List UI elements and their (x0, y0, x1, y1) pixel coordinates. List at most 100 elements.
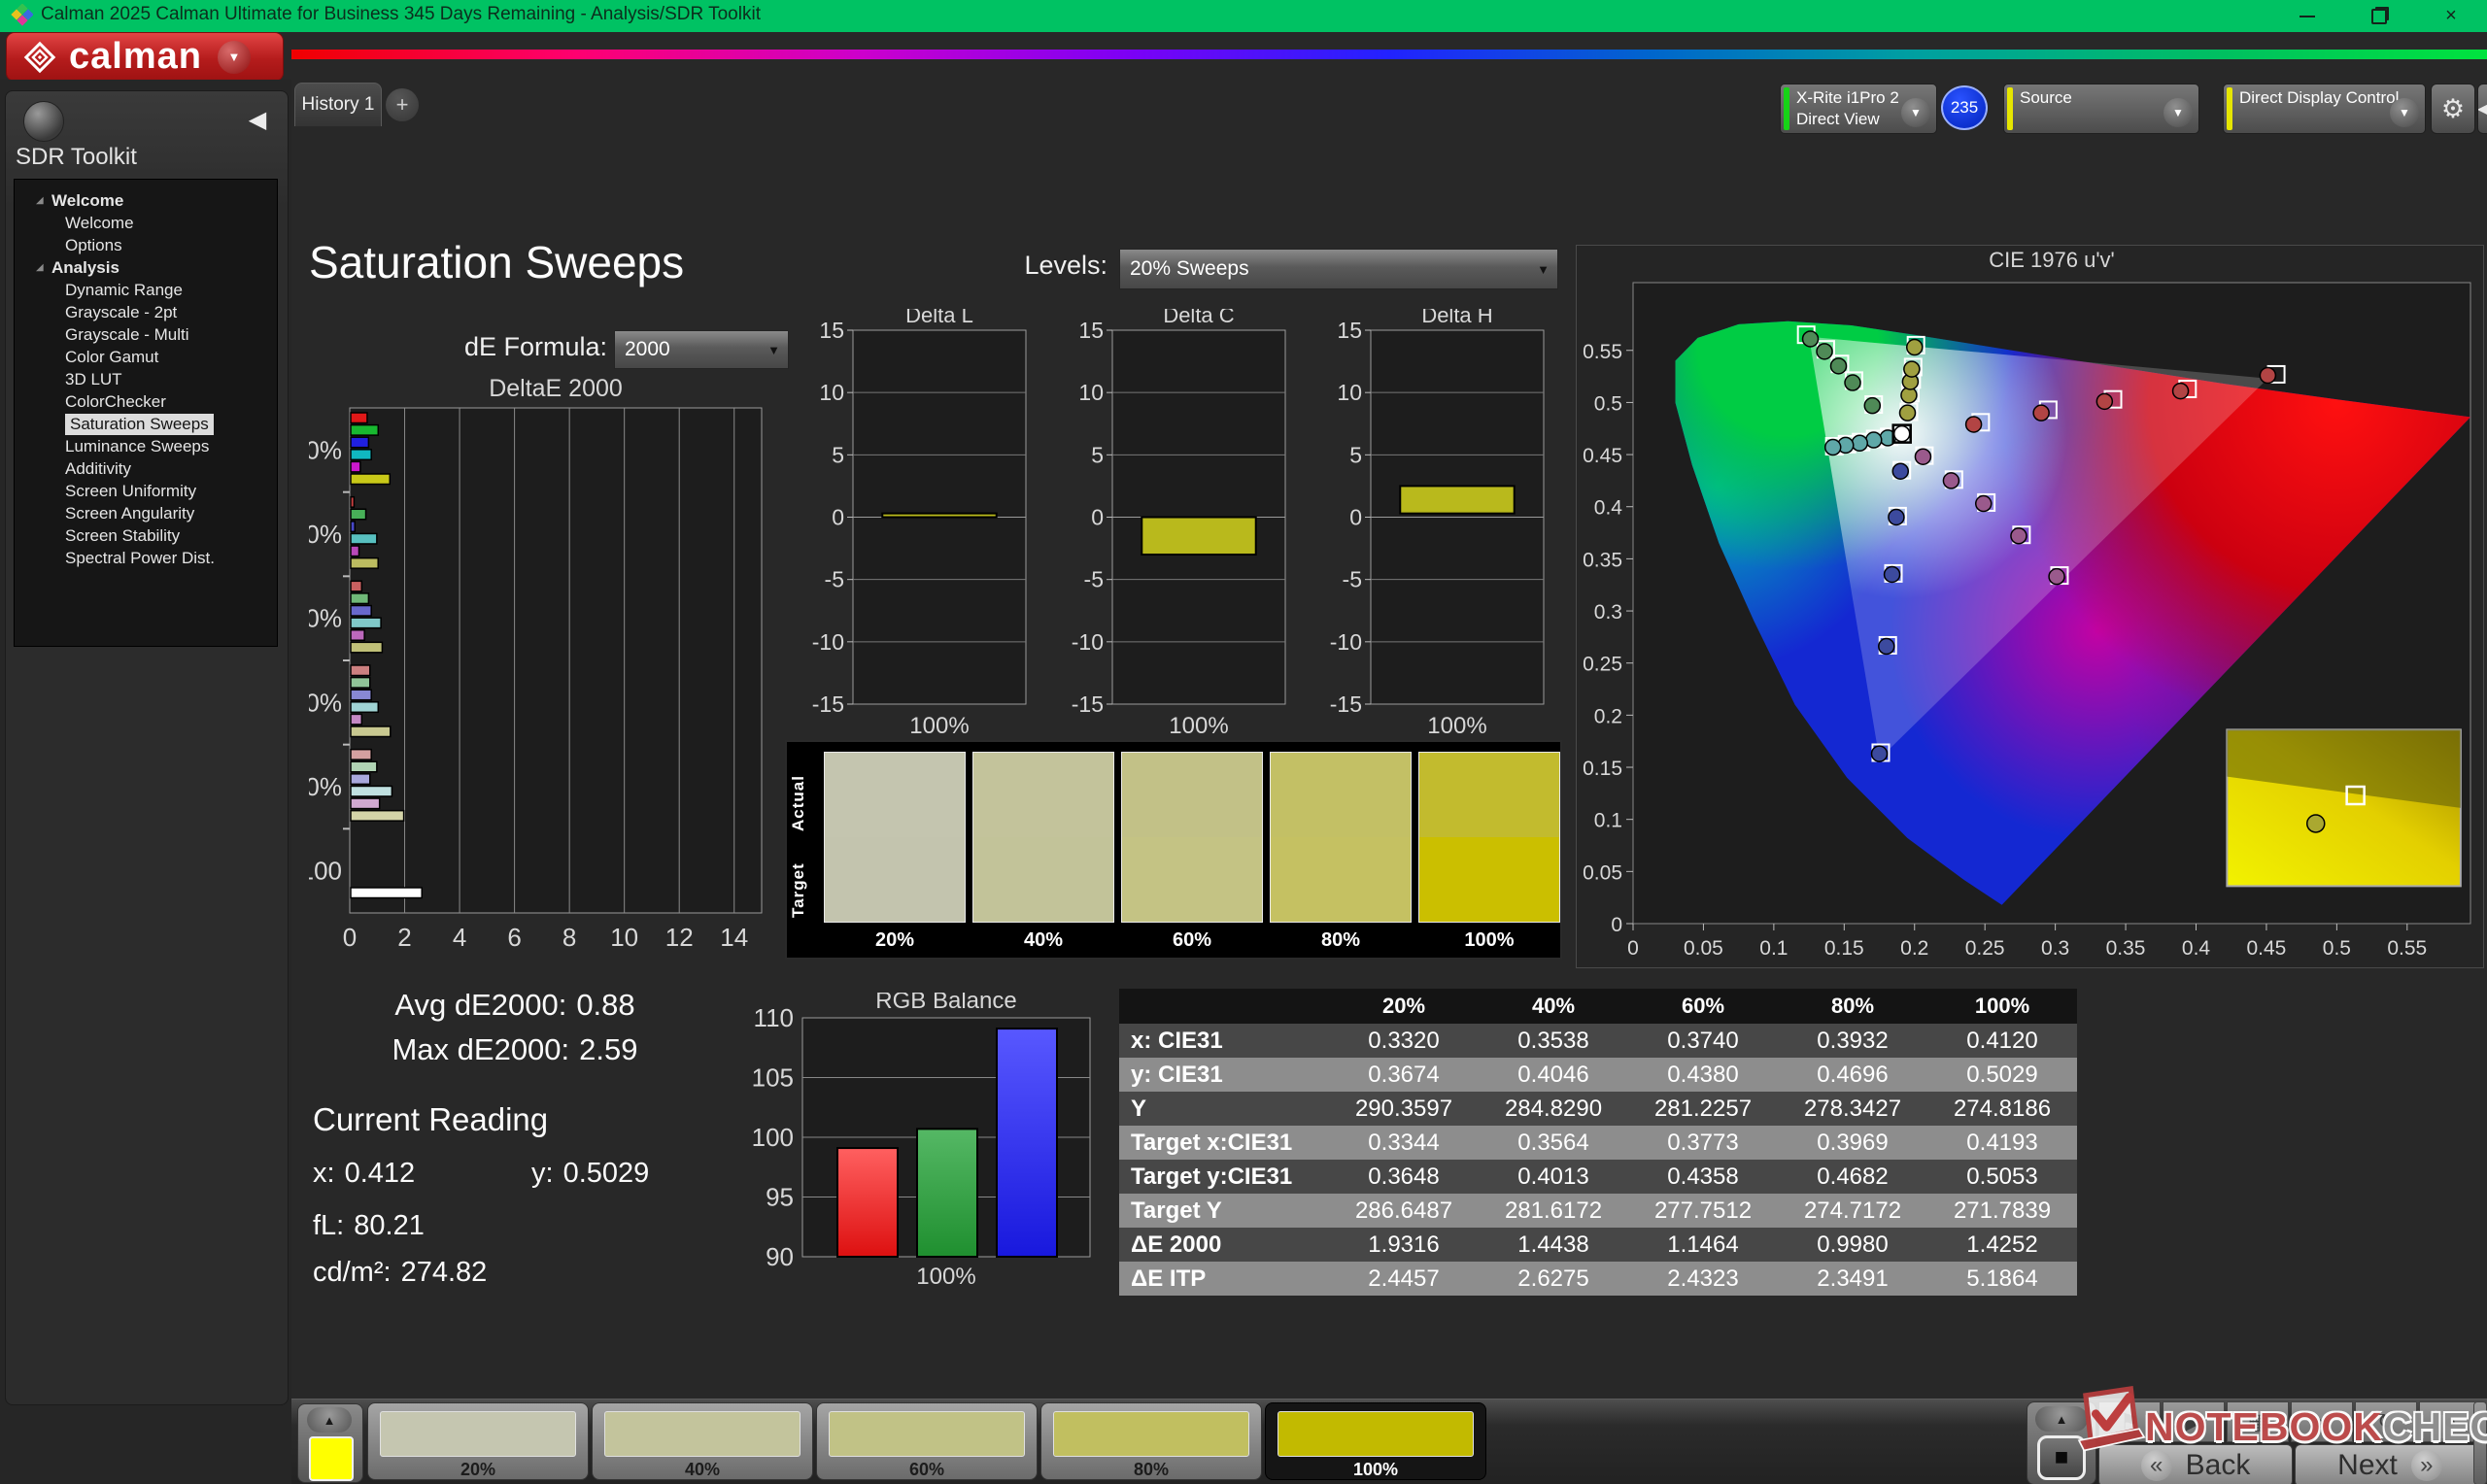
sidebar-item-screen-angularity[interactable]: Screen Angularity (15, 502, 277, 524)
flag-icon[interactable]: ⚑ (2098, 1401, 2161, 1442)
sweep-swatch (829, 1411, 1025, 1457)
svg-text:95: 95 (766, 1183, 794, 1212)
de-formula-dropdown[interactable]: 2000 ▼ (614, 330, 789, 369)
current-reading-heading: Current Reading (313, 1101, 549, 1137)
display-control-dropdown[interactable]: Direct Display Control ▼ (2223, 84, 2426, 134)
cell-value: 1.9316 (1368, 1231, 1440, 1258)
expander-icon[interactable]: ◢ (36, 195, 50, 206)
sidebar-item-luminance-sweeps[interactable]: Luminance Sweeps (15, 435, 277, 457)
reading-cdm2: cd/m²: 274.82 (313, 1257, 488, 1288)
collapse-panel-button[interactable]: ◀ (2477, 84, 2487, 134)
svg-text:0.05: 0.05 (1684, 937, 1723, 960)
sidebar-item-options[interactable]: Options (15, 234, 277, 256)
sidebar-item-welcome[interactable]: ◢ Welcome (15, 189, 277, 212)
cell-value: 271.7839 (1953, 1197, 2052, 1224)
svg-text:100%: 100% (1427, 713, 1486, 739)
sweep-button-80[interactable]: 80% (1040, 1402, 1262, 1480)
record-icon[interactable]: ● (2419, 1401, 2481, 1442)
de-bar-100-2 (350, 436, 370, 449)
svg-text:2: 2 (397, 923, 411, 952)
chevron-up-icon[interactable]: ▲ (307, 1407, 352, 1433)
actual-row-label: Actual (789, 775, 807, 831)
chevron-down-icon: ▼ (2390, 98, 2419, 127)
expand-button[interactable]: ▲ (2035, 1406, 2088, 1432)
swatch-columns: 20% 40% 60% 80% 100% (824, 752, 1560, 952)
calman-logo-icon (23, 41, 56, 73)
add-tab-button[interactable]: + (386, 88, 419, 121)
source-dropdown[interactable]: Source ▼ (2003, 84, 2199, 134)
sidebar-orb-button[interactable] (23, 101, 64, 142)
minimize-button[interactable] (2271, 0, 2343, 32)
sidebar-item-screen-uniformity[interactable]: Screen Uniformity (15, 480, 277, 502)
svg-text:0.05: 0.05 (1583, 861, 1622, 884)
next-button[interactable]: Next » (2295, 1444, 2485, 1484)
svg-text:5: 5 (1349, 442, 1362, 467)
play-icon[interactable]: ▶ (2163, 1401, 2225, 1442)
svg-text:110: 110 (754, 1003, 794, 1032)
sidebar-item-spectral-power-dist[interactable]: Spectral Power Dist. (15, 547, 277, 569)
svg-text:15: 15 (1337, 318, 1362, 343)
sidebar-item-additivity[interactable]: Additivity (15, 457, 277, 480)
pattern-window-control[interactable]: ▲ (297, 1403, 363, 1483)
svg-text:0.5: 0.5 (2323, 937, 2351, 960)
sidebar-item-label: Grayscale - 2pt (65, 302, 178, 321)
measured-point-magenta (2010, 527, 2027, 545)
svg-text:0.3: 0.3 (2041, 937, 2069, 960)
sidebar-item-label: ColorChecker (65, 391, 166, 411)
svg-text:-10: -10 (1330, 629, 1362, 655)
meter-dropdown[interactable]: X-Rite i1Pro 2 Direct View ▼ (1780, 84, 1937, 134)
page-title: Saturation Sweeps (309, 237, 685, 287)
sidebar-item-saturation-sweeps[interactable]: Saturation Sweeps (15, 413, 277, 435)
restore-button[interactable] (2343, 0, 2415, 32)
settings-button[interactable]: ⚙ (2431, 84, 2475, 134)
cell-value: 0.5053 (1966, 1163, 2038, 1190)
sweep-button-60[interactable]: 60% (816, 1402, 1038, 1480)
tab-history-1[interactable]: History 1 (294, 83, 382, 126)
sidebar-item-grayscale-multi[interactable]: Grayscale - Multi (15, 323, 277, 346)
cell-value: 0.3674 (1368, 1061, 1440, 1088)
calman-menu-button[interactable]: calman ▼ (6, 32, 284, 82)
stop-button[interactable]: ■ (2037, 1435, 2086, 1480)
svg-text:80%: 80% (309, 520, 342, 549)
svg-text:0.25: 0.25 (1965, 937, 2005, 960)
svg-text:0.55: 0.55 (1583, 341, 1622, 363)
sweep-button-100[interactable]: 100% (1265, 1402, 1486, 1480)
sidebar-item-color-gamut[interactable]: Color Gamut (15, 346, 277, 368)
cell-value: 284.8290 (1504, 1095, 1603, 1122)
sidebar-item-screen-stability[interactable]: Screen Stability (15, 524, 277, 547)
sidebar-collapse-button[interactable]: ◀ (241, 103, 274, 136)
side-strip-button[interactable] (2473, 1401, 2487, 1484)
sidebar-item-grayscale-2pt[interactable]: Grayscale - 2pt (15, 301, 277, 323)
target-swatch (1121, 837, 1263, 923)
svg-text:Delta C: Delta C (1163, 309, 1234, 327)
svg-text:0.55: 0.55 (2387, 937, 2427, 960)
measured-point-magenta (2048, 567, 2065, 586)
svg-text:0.3: 0.3 (1594, 601, 1622, 624)
close-button[interactable]: × (2415, 0, 2487, 32)
sidebar-item-dynamic-range[interactable]: Dynamic Range (15, 279, 277, 301)
levels-value: 20% Sweeps (1130, 257, 1249, 280)
levels-dropdown[interactable]: 20% Sweeps ▼ (1119, 249, 1558, 289)
loop-icon[interactable]: ∞ (2291, 1401, 2353, 1442)
sidebar-item-3d-lut[interactable]: 3D LUT (15, 368, 277, 390)
delta-l-chart: Delta L 15 10 5 0 -5 -10 -15 100% (806, 309, 1039, 760)
sidebar-item-welcome[interactable]: Welcome (15, 212, 277, 234)
sweep-button-20[interactable]: 20% (367, 1402, 589, 1480)
svg-text:0.4: 0.4 (1594, 497, 1623, 520)
svg-text:0.5: 0.5 (1594, 392, 1622, 415)
back-button[interactable]: « Back (2098, 1444, 2293, 1484)
refresh-icon[interactable]: ↻ (2355, 1401, 2417, 1442)
svg-text:6: 6 (507, 923, 521, 952)
levels-icon[interactable]: ▦ (2227, 1401, 2289, 1442)
sidebar-item-analysis[interactable]: ◢ Analysis (15, 256, 277, 279)
bottom-bar: ▲ 20% 40% 60% 80% 100% ▲ ■ ⚑ ▶ ▦ ∞ ↻ ● « Back Nex… (291, 1399, 2487, 1484)
de-bar-80-3 (350, 532, 378, 545)
svg-text:10: 10 (610, 923, 638, 952)
sidebar-item-label: 3D LUT (65, 369, 122, 388)
cell-value: 286.6487 (1354, 1197, 1453, 1224)
sidebar-item-colorchecker[interactable]: ColorChecker (15, 390, 277, 413)
expander-icon[interactable]: ◢ (36, 262, 50, 273)
row-label: x: CIE31 (1131, 1027, 1223, 1054)
sweep-button-40[interactable]: 40% (592, 1402, 813, 1480)
svg-text:0.25: 0.25 (1583, 654, 1622, 676)
